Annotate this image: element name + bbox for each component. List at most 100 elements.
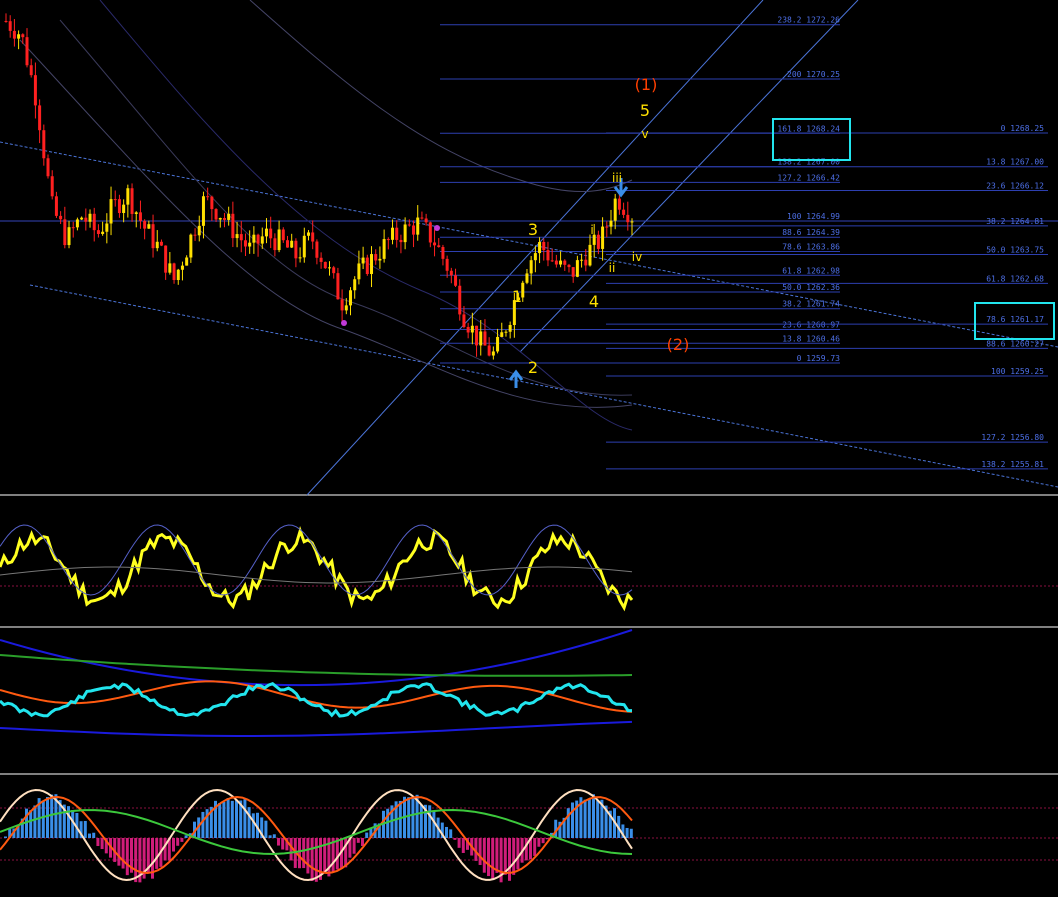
candle-body <box>101 231 105 234</box>
candle-body <box>155 241 159 249</box>
arrow-up-icon <box>508 369 524 388</box>
macd-bar <box>235 800 238 838</box>
rsi-panel <box>0 629 633 737</box>
candle-body <box>588 244 592 266</box>
candle-body <box>617 198 621 210</box>
macd-bar <box>46 797 49 838</box>
macd-bar <box>125 838 129 876</box>
fib-right-label: 78.6 1261.17 <box>986 315 1044 324</box>
macd-bar <box>272 834 276 838</box>
wave-label: 4 <box>589 292 599 311</box>
candle-body <box>449 270 453 276</box>
wave-label: i <box>590 223 593 237</box>
candle-body <box>483 331 487 346</box>
candle-body <box>17 34 21 39</box>
candle-body <box>143 220 147 229</box>
fib-right-label: 0 1268.25 <box>1001 124 1045 133</box>
macd-histogram <box>4 794 633 883</box>
candle-body <box>605 226 609 228</box>
candle-body <box>285 240 289 248</box>
candle-body <box>210 196 214 210</box>
macd-bar <box>445 826 448 838</box>
candle-body <box>96 230 100 234</box>
candle-body <box>12 30 16 39</box>
candle-body <box>46 158 50 177</box>
candle-body <box>260 236 264 244</box>
candle-body <box>29 65 33 76</box>
candle-body <box>353 279 357 291</box>
rsi-band-top-line <box>0 629 633 687</box>
candle-body <box>475 325 479 346</box>
marker-dot-icon <box>434 225 440 231</box>
macd-bar <box>172 838 175 852</box>
candle-body <box>8 21 12 31</box>
macd-bar <box>96 838 100 847</box>
oscillator-band-line <box>0 566 633 584</box>
macd-bar <box>352 838 356 854</box>
marker-dot-icon <box>341 320 347 326</box>
fib-left-label: 0 1259.73 <box>797 354 841 363</box>
candle-body <box>122 204 126 213</box>
candle-body <box>21 34 25 38</box>
candle-body <box>336 273 340 300</box>
candle-body <box>189 234 193 258</box>
candle-body <box>42 130 46 159</box>
macd-bar <box>482 838 486 873</box>
macd-bar <box>491 838 495 879</box>
candle-body <box>487 345 491 356</box>
candle-body <box>571 267 575 277</box>
candle-body <box>71 227 75 229</box>
macd-bar <box>541 838 545 844</box>
candle-body <box>134 212 138 214</box>
fib-right-label: 100 1259.25 <box>991 367 1044 376</box>
candle-body <box>248 242 252 247</box>
candle-body <box>197 225 201 236</box>
macd-bar <box>533 838 537 856</box>
macd-bar <box>268 835 272 838</box>
fib-right-label: 38.2 1264.81 <box>986 217 1044 226</box>
macd-bar <box>88 833 91 838</box>
channel-lower-line <box>29 284 1058 488</box>
candle-body <box>206 196 210 198</box>
macd-bar <box>512 838 516 875</box>
candle-body <box>231 213 235 239</box>
envelope-curve-2 <box>59 19 633 396</box>
candle-body <box>462 314 466 327</box>
macd-bar <box>457 838 461 848</box>
candle-body <box>319 257 323 262</box>
candle-body <box>470 325 474 333</box>
candle-body <box>185 257 189 266</box>
candle-body <box>420 217 424 219</box>
candle-body <box>533 253 537 261</box>
fib-left-label: 200 1270.25 <box>787 70 840 79</box>
price-chart: 238.2 1272.26200 1270.25161.8 1268.24138… <box>0 0 1058 883</box>
oscillator-signal-line <box>0 524 633 596</box>
rsi-band-bottom-line <box>0 720 633 737</box>
macd-bar <box>461 838 465 853</box>
candle-body <box>407 224 411 226</box>
macd-bar <box>222 801 226 838</box>
candle-body <box>130 188 134 214</box>
fib-right-label: 127.2 1256.80 <box>981 433 1044 442</box>
candle-body <box>424 218 428 223</box>
macd-bar <box>251 813 255 838</box>
macd-bar <box>587 798 591 838</box>
candle-body <box>159 241 163 246</box>
candle-body <box>126 188 130 205</box>
fib-left-label: 127.2 1266.42 <box>777 173 840 182</box>
candle-body <box>109 199 113 224</box>
candle-body <box>88 213 92 222</box>
candle-body <box>172 263 176 281</box>
candle-body <box>176 269 180 281</box>
candle-body <box>575 260 579 277</box>
candle-body <box>554 260 558 265</box>
candle-body <box>218 218 222 220</box>
fib-left-label: 161.8 1268.24 <box>777 124 840 133</box>
candle-body <box>105 223 109 232</box>
fib-left-label: 23.6 1260.97 <box>782 321 840 330</box>
candle-body <box>38 105 42 131</box>
candle-body <box>378 258 382 261</box>
wave-label: iv <box>632 250 642 264</box>
candle-body <box>67 227 71 246</box>
candle-body <box>433 242 437 246</box>
